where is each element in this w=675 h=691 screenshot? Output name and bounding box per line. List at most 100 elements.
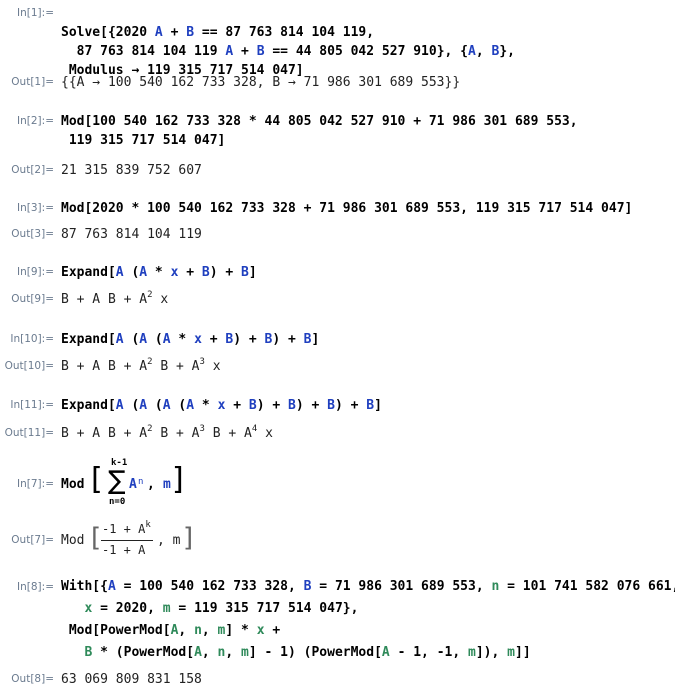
exponent: 3 (199, 357, 205, 367)
input-label: In[10]:= (10, 333, 54, 345)
code-text: , (201, 645, 218, 660)
output-label: Out[8]= (11, 673, 54, 685)
code-text: , (475, 44, 492, 59)
code-text: 119 315 717 514 047] (68, 133, 226, 148)
output-term: x (204, 359, 221, 374)
code-text: Mod[PowerMod[ (68, 623, 171, 638)
symbol-m: m (163, 477, 171, 492)
code-text: Expand[ (61, 332, 116, 347)
input-cell-7[interactable]: In[7]:= Mod [ k-1 ∑ n=0 A n , m ] (0, 458, 675, 516)
code-text: ] - 1) (PowerMod[ (248, 645, 382, 660)
symbol-B: B (248, 398, 257, 413)
code-text: - 1, -1, (389, 645, 469, 660)
output-text: {{A → 100 540 162 733 328, B → 71 986 30… (61, 75, 461, 90)
symbol-A: A (381, 645, 390, 660)
input-code[interactable]: Mod[2020 * 100 540 162 733 328 + 71 986 … (61, 199, 632, 218)
code-text: ] (374, 398, 382, 413)
symbol-A: A (162, 398, 171, 413)
input-label: In[11]:= (10, 399, 54, 411)
output-text: 87 763 814 104 119 (61, 227, 202, 242)
output-term: B + A B + A (61, 359, 148, 374)
code-text: Solve[{2020 (61, 25, 155, 40)
input-code[interactable]: Solve[{2020 A + B == 87 763 814 104 119,… (61, 4, 515, 80)
symbol-B: B (256, 44, 265, 59)
symbol-A: A (115, 332, 124, 347)
symbol-m: m (507, 645, 515, 660)
output-label: Out[10]= (4, 360, 54, 372)
code-text: + (162, 25, 187, 40)
code-text: , (225, 645, 242, 660)
exponent: k (145, 520, 151, 530)
symbol-m: m (241, 645, 249, 660)
output-text: B + A B + A2 x (61, 290, 168, 311)
symbol-n: n (194, 623, 202, 638)
code-text: * (PowerMod[ (92, 645, 195, 660)
open-bracket: [ (91, 462, 103, 497)
symbol-B: B (201, 265, 210, 280)
code-text: * (170, 332, 195, 347)
code-text: ( (123, 265, 140, 280)
code-text: ) + (209, 265, 242, 280)
code-text: = 100 540 162 733 328, (115, 579, 304, 594)
output-term: B + A B + A (61, 426, 148, 441)
code-text: Mod[100 540 162 733 328 * 44 805 042 527… (61, 114, 578, 129)
code-text: = 119 315 717 514 047}, (170, 601, 359, 616)
code-text: ( (123, 398, 140, 413)
output-term: x (152, 292, 169, 307)
function-name: Mod (61, 533, 85, 548)
code-text: ]] (515, 645, 531, 660)
code-text: + (201, 332, 226, 347)
symbol-A: A (129, 477, 137, 492)
input-label: In[1]:= (17, 7, 54, 19)
output-term: x (257, 426, 273, 441)
fraction-numerator: -1 + Ak (102, 520, 151, 541)
symbol-B: B (186, 25, 195, 40)
symbol-A: A (107, 579, 116, 594)
open-bracket: [ (91, 523, 102, 553)
code-text: ( (170, 398, 187, 413)
code-text: , (201, 623, 218, 638)
code-text: = 2020, (92, 601, 163, 616)
input-label: In[3]:= (17, 202, 54, 214)
close-bracket: ] (183, 523, 194, 553)
input-code[interactable]: Mod[100 540 162 733 328 * 44 805 042 527… (61, 112, 578, 150)
input-label: In[8]:= (17, 581, 54, 593)
symbol-A: A (139, 398, 148, 413)
output-text: B + A B + A2 B + A3 x (61, 357, 221, 378)
input-code[interactable]: Mod [ k-1 ∑ n=0 A n , m ] (61, 458, 261, 516)
code-text: , (178, 623, 195, 638)
exponent-n: n (138, 477, 144, 487)
input-label: In[2]:= (17, 115, 54, 127)
code-text: ] (311, 332, 320, 347)
fraction-denominator: -1 + A (102, 543, 146, 557)
input-label: In[7]:= (17, 478, 54, 490)
code-text: 87 763 814 104 119 (76, 44, 226, 59)
sum-lower-limit: n=0 (109, 497, 126, 507)
code-text: ] (248, 265, 257, 280)
input-code[interactable]: Expand[A (A * x + B) + B] (61, 263, 257, 282)
numerator-text: -1 + A (102, 522, 146, 536)
symbol-m: m (162, 601, 171, 616)
output-label: Out[3]= (11, 228, 54, 240)
output-text: B + A B + A2 B + A3 B + A4 x (61, 424, 273, 445)
code-text: * (147, 265, 171, 280)
symbol-A: A (154, 25, 163, 40)
code-text: + (264, 623, 281, 638)
code-text: = 71 986 301 689 553, (311, 579, 492, 594)
close-bracket: ] (172, 462, 184, 497)
input-code[interactable]: Expand[A (A (A * x + B) + B) + B] (61, 330, 319, 349)
output-term: B + A B + A (61, 292, 148, 307)
code-text: ) + (295, 398, 328, 413)
symbol-A: A (162, 332, 171, 347)
output-term: B + A (204, 426, 252, 441)
code-text: ) + (272, 332, 304, 347)
input-code[interactable]: Expand[A (A (A (A * x + B) + B) + B) + B… (61, 396, 382, 415)
code-text: * (194, 398, 218, 413)
code-text: ) + (256, 398, 289, 413)
output-text: Mod [ -1 + Ak -1 + A , m ] (61, 520, 261, 564)
exponent: 3 (199, 424, 205, 434)
input-code[interactable]: With[{A = 100 540 162 733 328, B = 71 98… (61, 576, 675, 664)
symbol-B: B (241, 265, 249, 280)
output-cell-7[interactable]: Out[7]= Mod [ -1 + Ak -1 + A , m ] (0, 520, 675, 564)
code-text: ( (123, 332, 140, 347)
